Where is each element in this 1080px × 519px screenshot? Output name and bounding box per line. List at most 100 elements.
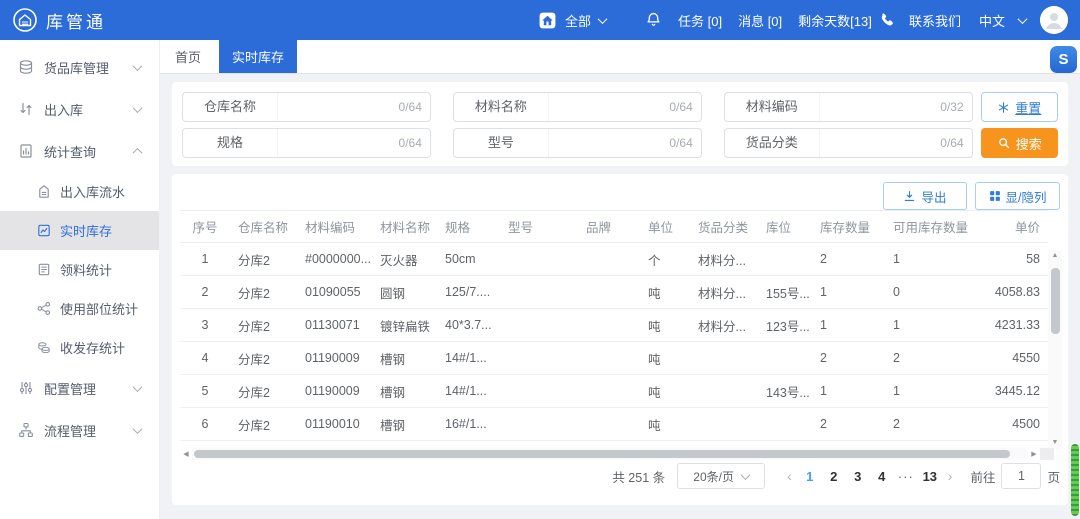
sidebar-item-statistics[interactable]: 统计查询: [0, 130, 159, 172]
page-number[interactable]: 4: [870, 463, 894, 489]
language-selector[interactable]: 中文: [979, 11, 1005, 30]
material-name-field[interactable]: 材料名称 0/64: [452, 92, 702, 122]
field-label: 仓库名称: [183, 93, 278, 121]
table-cell: 155号...: [758, 275, 812, 309]
table-cell: 吨: [640, 341, 690, 375]
char-counter: 0/64: [940, 136, 964, 150]
page-ellipsis: ···: [897, 468, 914, 484]
table-cell: 1: [812, 308, 885, 342]
app-title: 库管通: [46, 12, 106, 32]
page-number[interactable]: 3: [846, 463, 870, 489]
sidebar-item-label: 货品库管理: [44, 60, 110, 76]
tab-home[interactable]: 首页: [160, 40, 216, 73]
table-cell: 01190009: [297, 374, 372, 408]
search-button[interactable]: 搜索: [980, 128, 1058, 158]
table-cell: [690, 407, 758, 441]
database-icon: [19, 60, 33, 74]
material-code-field[interactable]: 材料编码 0/32: [723, 92, 973, 122]
sidebar-item-inout-flow[interactable]: 出入库流水: [0, 172, 159, 211]
model-field[interactable]: 型号 0/64: [452, 128, 702, 158]
warehouse-name-field[interactable]: 仓库名称 0/64: [182, 92, 431, 122]
table-cell: 2: [885, 407, 990, 441]
scroll-track[interactable]: [192, 448, 1028, 460]
field-label: 规格: [183, 129, 278, 157]
table-cell: 1: [885, 374, 990, 408]
in-out-arrows-icon: [20, 102, 32, 116]
sidebar-item-realtime-inventory[interactable]: 实时库存: [0, 211, 159, 250]
table-cell: 分库2: [230, 341, 297, 375]
chevron-up-icon: [132, 147, 143, 158]
column-header: 单位: [640, 210, 690, 243]
bell-icon[interactable]: [645, 11, 662, 29]
table-cell: 吨: [640, 275, 690, 309]
horizontal-scroll-thumb[interactable]: [194, 450, 1010, 458]
page-number[interactable]: 13: [918, 463, 942, 489]
page-number[interactable]: 1: [798, 463, 822, 489]
column-header: 可用库存数量: [885, 210, 990, 243]
table-cell: 分库2: [230, 242, 297, 276]
column-header: 序号: [180, 210, 230, 243]
tab-realtime-inventory[interactable]: 实时库存: [219, 40, 298, 73]
page-size-select[interactable]: 20条/页: [677, 463, 766, 489]
site-selector[interactable]: 全部: [538, 0, 608, 40]
customer-service-widget[interactable]: S: [1050, 46, 1077, 73]
vertical-scroll-thumb[interactable]: [1050, 268, 1060, 334]
home-icon: [539, 12, 556, 28]
table-cell: 14#/1...: [437, 341, 500, 375]
column-header: 材料编码: [297, 210, 372, 243]
user-avatar[interactable]: [1040, 6, 1068, 34]
chevron-down-icon: [132, 423, 143, 434]
export-button[interactable]: 导出: [883, 182, 967, 210]
sidebar-item-in-out[interactable]: 出入库: [0, 88, 159, 130]
tasks-link[interactable]: 任务 [0]: [678, 11, 722, 30]
prev-page-button[interactable]: ‹: [781, 468, 798, 484]
table-vertical-scrollbar[interactable]: ▲ ▼: [1048, 250, 1062, 449]
sidebar-item-process-management[interactable]: 流程管理: [0, 409, 159, 451]
sidebar-item-label: 出入库流水: [60, 185, 126, 200]
reset-sparkle-icon: [999, 101, 1009, 113]
table-cell: 58: [990, 242, 1048, 276]
table-cell: 1: [885, 242, 990, 276]
scroll-left-arrow-icon[interactable]: ◀: [180, 450, 192, 458]
chevron-down-icon: [1017, 13, 1028, 24]
table-cell: 01090055: [297, 275, 372, 309]
sidebar-item-usage-location-stats[interactable]: 使用部位统计: [0, 289, 159, 328]
next-page-button[interactable]: ›: [942, 468, 959, 484]
reset-button[interactable]: 重置: [980, 92, 1058, 122]
page-scrollbar-thumb[interactable]: [1071, 444, 1079, 516]
show-hide-columns-button[interactable]: 显/隐列: [975, 182, 1060, 210]
goods-category-field[interactable]: 货品分类 0/64: [723, 128, 973, 158]
sidebar-item-receipt-dispatch-stats[interactable]: 收发存统计: [0, 328, 159, 367]
table-cell: [690, 374, 758, 408]
contact-us-link[interactable]: 联系我们: [909, 11, 961, 30]
table-cell: [500, 275, 578, 309]
field-label: 材料编码: [725, 93, 820, 121]
chevron-down-icon: [132, 381, 143, 392]
page-number[interactable]: 2: [822, 463, 846, 489]
table-cell: 01130071: [297, 308, 372, 342]
table-cell: 6: [180, 407, 230, 441]
sidebar-item-config-management[interactable]: 配置管理: [0, 367, 159, 409]
table-cell: [578, 242, 640, 276]
table-cell: 1: [180, 242, 230, 276]
goto-unit-label: 页: [1047, 470, 1060, 485]
table-horizontal-scrollbar[interactable]: ◀ ▶: [180, 448, 1054, 460]
sidebar-item-material-stats[interactable]: 领料统计: [0, 250, 159, 289]
field-label: 型号: [454, 129, 549, 157]
char-counter: 0/32: [940, 100, 964, 114]
scroll-up-arrow-icon[interactable]: ▲: [1052, 250, 1059, 262]
table-cell: 5: [180, 374, 230, 408]
table-cell: 40*3.7...: [437, 308, 500, 342]
total-count-label: 共 251 条: [612, 470, 666, 485]
goto-page-input[interactable]: [1001, 463, 1042, 489]
person-icon: [1040, 6, 1068, 34]
sidebar-item-goods-management[interactable]: 货品库管理: [0, 46, 159, 88]
page-number-list: 1 2 3 4 ··· 13: [798, 463, 942, 489]
list-form-icon: [38, 263, 50, 276]
table-cell: 材料分...: [690, 242, 758, 276]
table-cell: 分库2: [230, 275, 297, 309]
pagination-bar: 共 251 条 20条/页 ‹ 1234···13 › 前往 页: [180, 462, 1060, 490]
messages-link[interactable]: 消息 [0]: [738, 11, 782, 30]
scroll-right-arrow-icon[interactable]: ▶: [1028, 450, 1040, 458]
spec-field[interactable]: 规格 0/64: [182, 128, 431, 158]
